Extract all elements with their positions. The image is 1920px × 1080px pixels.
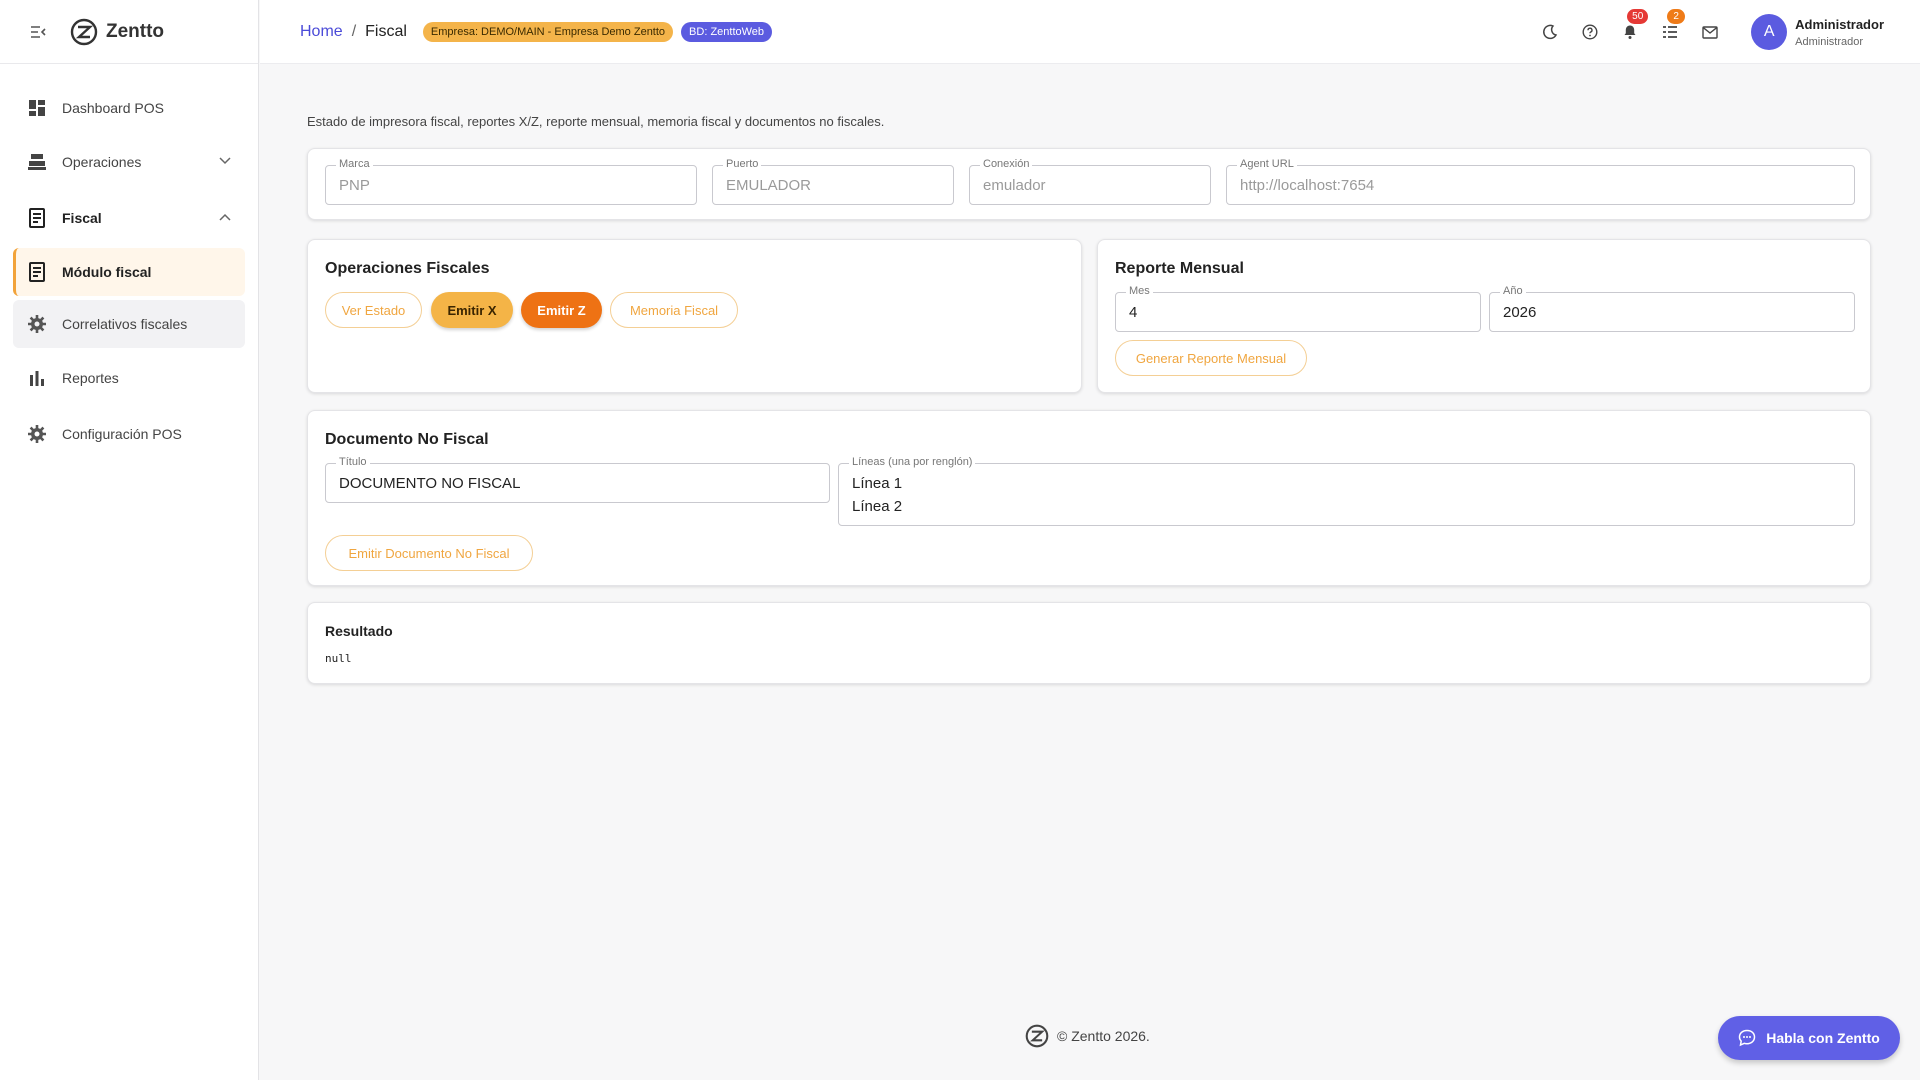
breadcrumb-home-link[interactable]: Home bbox=[300, 23, 343, 41]
footer: © Zentto 2026. bbox=[1025, 1024, 1150, 1048]
notifications-bell-icon[interactable]: 50 bbox=[1617, 9, 1649, 45]
sidebar-item-label: Operaciones bbox=[62, 154, 142, 170]
lineas-label: Líneas (una por renglón) bbox=[849, 456, 976, 468]
gear-icon bbox=[26, 423, 48, 445]
marca-label: Marca bbox=[336, 158, 373, 170]
linea-1: Línea 1 bbox=[852, 475, 903, 492]
top-bar: Home / Fiscal Empresa: DEMO/MAIN - Empre… bbox=[260, 0, 1920, 64]
database-chip: BD: ZenttoWeb bbox=[681, 21, 773, 42]
agent-url-label: Agent URL bbox=[1237, 158, 1297, 170]
main-content: Estado de impresora fiscal, reportes X/Z… bbox=[307, 64, 1871, 684]
gear-icon bbox=[26, 313, 48, 335]
mes-input[interactable]: Mes 4 bbox=[1115, 285, 1481, 332]
emitir-x-button[interactable]: Emitir X bbox=[431, 292, 513, 328]
user-role: Administrador bbox=[1795, 35, 1864, 48]
puerto-label: Puerto bbox=[723, 158, 762, 170]
zentto-logo-icon bbox=[70, 18, 98, 45]
operaciones-fiscales-title: Operaciones Fiscales bbox=[325, 260, 490, 277]
conexion-label: Conexión bbox=[980, 158, 1033, 170]
conexion-value: emulador bbox=[983, 177, 1046, 194]
dark-mode-icon[interactable] bbox=[1537, 19, 1563, 45]
generar-reporte-button[interactable]: Generar Reporte Mensual bbox=[1115, 340, 1307, 376]
empresa-chip: Empresa: DEMO/MAIN - Empresa Demo Zentto bbox=[422, 21, 674, 42]
sidebar-item-operaciones[interactable]: Operaciones bbox=[13, 136, 245, 188]
sidebar-item-label: Configuración POS bbox=[62, 426, 182, 442]
breadcrumb-current: Fiscal bbox=[365, 22, 407, 40]
marca-field: Marca PNP bbox=[325, 158, 697, 205]
user-name: Administrador bbox=[1795, 16, 1884, 32]
anio-value: 2026 bbox=[1503, 304, 1537, 321]
linea-2: Línea 2 bbox=[852, 498, 903, 515]
resultado-card: Resultado null bbox=[307, 602, 1871, 684]
task-list-icon[interactable]: 2 bbox=[1657, 9, 1686, 45]
titulo-input[interactable]: Título DOCUMENTO NO FISCAL bbox=[325, 456, 830, 503]
mes-label: Mes bbox=[1126, 285, 1153, 297]
bar-chart-icon bbox=[26, 367, 48, 389]
zentto-logo-icon bbox=[1025, 1024, 1049, 1048]
titulo-value: DOCUMENTO NO FISCAL bbox=[339, 475, 521, 492]
dashboard-icon bbox=[26, 97, 48, 119]
printer-config-card: Marca PNP Puerto EMULADOR Conexión emula… bbox=[307, 148, 1871, 220]
documento-no-fiscal-card: Documento No Fiscal Título DOCUMENTO NO … bbox=[307, 410, 1871, 586]
sidebar-item-modulo-fiscal[interactable]: Módulo fiscal bbox=[13, 248, 245, 296]
resultado-value: null bbox=[325, 652, 352, 665]
operaciones-fiscales-card: Operaciones Fiscales Ver Estado Emitir X… bbox=[307, 239, 1082, 393]
reporte-mensual-title: Reporte Mensual bbox=[1115, 260, 1244, 277]
lineas-textarea[interactable]: Líneas (una por renglón) Línea 1 Línea 2 bbox=[838, 456, 1855, 526]
top-actions: 50 2 A Administrador Administrador bbox=[1537, 0, 1920, 64]
emitir-z-button[interactable]: Emitir Z bbox=[521, 292, 602, 328]
chevron-up-icon bbox=[219, 208, 231, 224]
chat-button[interactable]: Habla con Zentto bbox=[1718, 1016, 1900, 1060]
help-icon[interactable] bbox=[1577, 19, 1603, 45]
chat-bubble-icon bbox=[1738, 1029, 1756, 1047]
ver-estado-button[interactable]: Ver Estado bbox=[325, 292, 422, 328]
sidebar-item-correlativos-fiscales[interactable]: Correlativos fiscales bbox=[13, 300, 245, 348]
reporte-mensual-card: Reporte Mensual Mes 4 Año 2026 Generar R… bbox=[1097, 239, 1871, 393]
memoria-fiscal-button[interactable]: Memoria Fiscal bbox=[610, 292, 738, 328]
anio-label: Año bbox=[1500, 285, 1526, 297]
sidebar-item-label: Correlativos fiscales bbox=[62, 316, 188, 332]
documento-no-fiscal-title: Documento No Fiscal bbox=[325, 431, 489, 448]
sidebar-nav: Dashboard POS Operaciones Fiscal Módulo … bbox=[0, 64, 258, 460]
breadcrumb: Home / Fiscal Empresa: DEMO/MAIN - Empre… bbox=[300, 21, 773, 42]
titulo-label: Título bbox=[336, 456, 370, 468]
sidebar-item-configuracion-pos[interactable]: Configuración POS bbox=[13, 408, 245, 460]
resultado-title: Resultado bbox=[325, 623, 393, 639]
emitir-documento-button[interactable]: Emitir Documento No Fiscal bbox=[325, 535, 533, 571]
puerto-field: Puerto EMULADOR bbox=[712, 158, 954, 205]
app-logo[interactable]: Zentto bbox=[70, 18, 164, 46]
sidebar-item-label: Módulo fiscal bbox=[62, 264, 152, 280]
breadcrumb-separator: / bbox=[351, 22, 357, 40]
app-name: Zentto bbox=[106, 20, 165, 42]
sidebar-header: Zentto bbox=[0, 0, 258, 64]
collapse-menu-icon[interactable] bbox=[28, 22, 48, 42]
puerto-value: EMULADOR bbox=[726, 177, 812, 194]
sidebar-item-label: Fiscal bbox=[62, 210, 102, 226]
sidebar-item-fiscal[interactable]: Fiscal bbox=[13, 192, 245, 244]
sidebar-item-label: Reportes bbox=[62, 370, 119, 386]
chevron-down-icon bbox=[219, 152, 231, 168]
avatar[interactable]: A bbox=[1751, 14, 1788, 50]
mail-icon[interactable] bbox=[1697, 19, 1723, 45]
sidebar-item-reportes[interactable]: Reportes bbox=[13, 352, 245, 404]
receipt-icon bbox=[26, 261, 48, 283]
receipt-icon bbox=[26, 207, 48, 229]
chat-button-label: Habla con Zentto bbox=[1766, 1030, 1880, 1046]
user-info[interactable]: Administrador Administrador bbox=[1795, 17, 1884, 48]
sidebar-item-label: Dashboard POS bbox=[62, 100, 164, 116]
marca-value: PNP bbox=[339, 177, 370, 194]
footer-copyright: © Zentto 2026. bbox=[1057, 1028, 1150, 1044]
cash-register-icon bbox=[26, 151, 48, 173]
sidebar-item-dashboard-pos[interactable]: Dashboard POS bbox=[13, 84, 245, 132]
page-description: Estado de impresora fiscal, reportes X/Z… bbox=[307, 114, 885, 129]
anio-input[interactable]: Año 2026 bbox=[1489, 285, 1855, 332]
conexion-field: Conexión emulador bbox=[969, 158, 1211, 205]
agent-url-field: Agent URL http://localhost:7654 bbox=[1226, 158, 1855, 205]
sidebar: Zentto Dashboard POS Operaciones Fiscal … bbox=[0, 0, 259, 1080]
mes-value: 4 bbox=[1129, 304, 1138, 321]
agent-url-value: http://localhost:7654 bbox=[1240, 177, 1375, 194]
tasks-badge: 2 bbox=[1667, 9, 1686, 24]
notifications-badge: 50 bbox=[1627, 9, 1649, 24]
